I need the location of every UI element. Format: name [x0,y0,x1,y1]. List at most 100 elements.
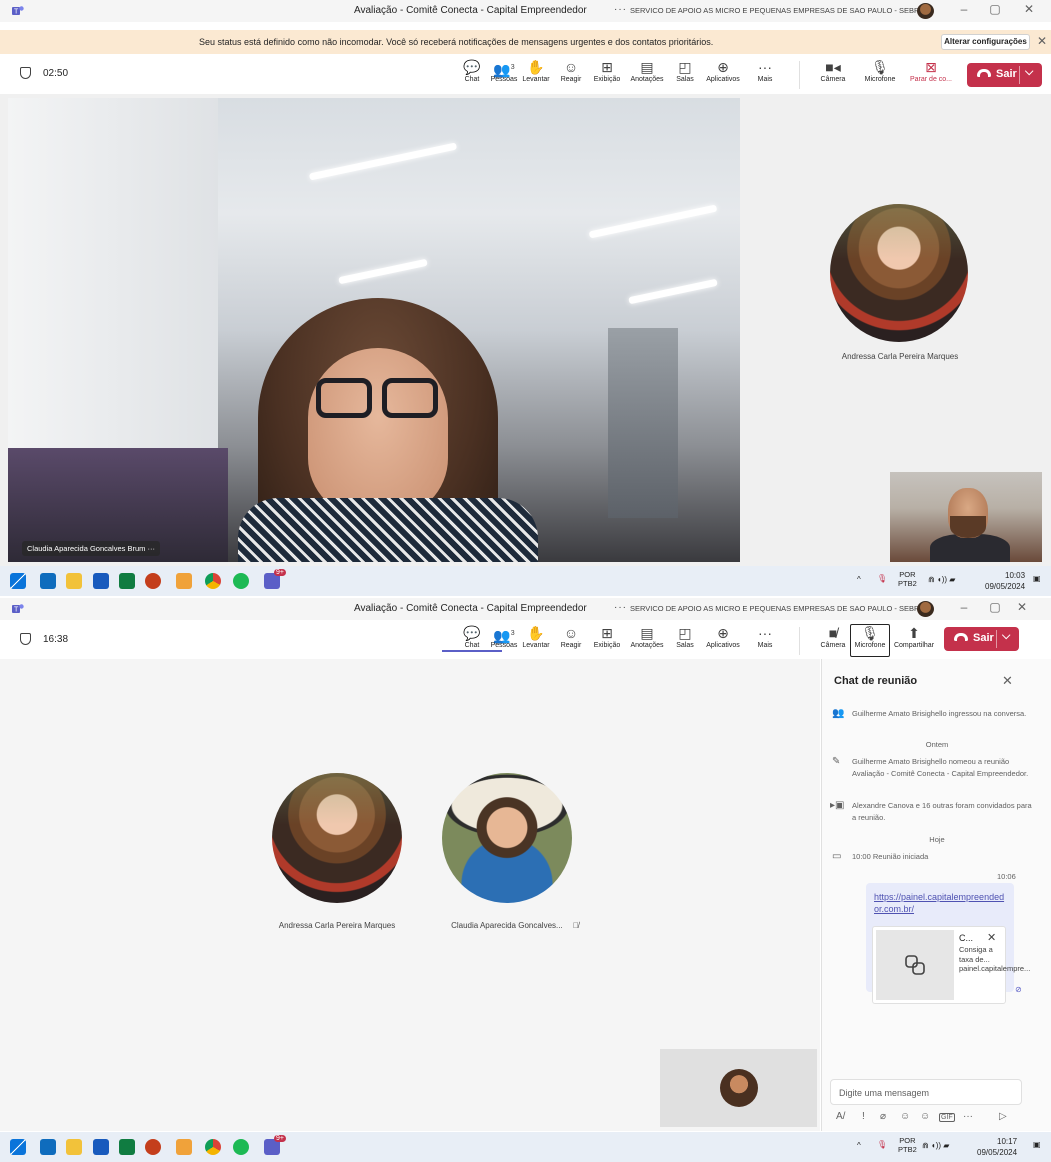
outlook-icon[interactable] [40,1139,56,1155]
format-icon[interactable]: A/ [836,1111,845,1122]
self-avatar [720,1069,758,1107]
participant-video-person [238,298,538,562]
network-volume-battery-icons[interactable]: ⋒ ◖)) ▰ [928,575,955,584]
outlook-icon[interactable] [40,573,56,589]
microphone-button[interactable]: 🎙 Microfone [860,59,900,83]
file-explorer-icon[interactable] [66,1139,82,1155]
title-more-icon[interactable]: ··· [614,602,627,613]
title-more-icon[interactable]: ··· [614,4,627,15]
meeting-timer: 02:50 [20,67,68,79]
word-icon[interactable] [93,1139,109,1155]
raise-hand-icon: ✋ [527,625,545,641]
message-compose-box[interactable]: Digite uma mensagem [830,1079,1022,1105]
chrome-icon[interactable] [205,1139,221,1155]
link-preview-card[interactable]: C... ✕ Consiga a taxa de... painel.capit… [872,926,1030,1004]
andressa-name: Andressa Carla Pereira Marques [841,352,959,361]
powerpoint-icon[interactable] [145,1139,161,1155]
share-button[interactable]: ⬆ Compartilhar [894,625,934,649]
word-icon[interactable] [93,573,109,589]
stop-share-icon: ⊠ [925,59,937,75]
notifications-icon[interactable]: ▣ [1033,1140,1041,1149]
stop-sharing-button[interactable]: ⊠ Parar de co... [910,59,952,83]
excel-icon[interactable] [119,1139,135,1155]
tray-overflow-icon[interactable]: ^ [857,1141,861,1150]
clock[interactable]: 10:17 09/05/2024 [977,1136,1017,1158]
main-speaker-video[interactable]: Claudia Aparecida Goncalves Brum ··· [8,98,740,562]
self-view-video[interactable] [890,472,1042,562]
chevron-down-icon[interactable]: ⌵ [1025,66,1033,79]
remove-preview-icon[interactable]: ✕ [987,931,996,944]
mic-tray-icon[interactable]: 🎙 [877,1140,887,1149]
window-title: Avaliação - Comitê Conecta - Capital Emp… [354,5,587,16]
more-button[interactable]: ··· Mais [745,59,785,83]
tray-overflow-icon[interactable]: ^ [857,575,861,584]
gif-icon[interactable]: GIF [939,1113,955,1122]
windows-taskbar-bottom: 9+ ^ 🎙 POR PTB2 ⋒ ◖)) ▰ 10:17 09/05/2024 ▣ [0,1132,1051,1162]
snipping-tool-icon[interactable] [176,1139,192,1155]
meeting-toolbar-bottom: 16:38 💬 Chat 👥3 Pessoas ✋ Levantar ☺ Reagir … [0,621,1051,661]
spotify-icon[interactable] [233,573,249,589]
close-window-button[interactable]: ✕ [1012,600,1032,614]
network-volume-battery-icons[interactable]: ⋒ ◖)) ▰ [922,1141,949,1150]
meeting-toolbar-top: 02:50 💬 Chat 👥3 Pessoas ✋ Levantar ☺ Reagir … [0,55,1051,95]
chrome-icon[interactable] [205,573,221,589]
important-icon[interactable]: ! [862,1111,865,1122]
chevron-down-icon[interactable]: ⌵ [1002,630,1010,643]
microphone-button[interactable]: 🎙 Microfone [850,624,890,657]
andressa-avatar [272,773,402,903]
chat-event: ▸▣ Alexandre Canova e 16 outras foram co… [830,800,1032,822]
user-join-icon: 👥 [832,708,845,719]
restore-button[interactable]: ▢ [985,2,1005,16]
organization-name: SERVICO DE APOIO AS MICRO E PEQUENAS EMP… [630,6,930,15]
minimize-button[interactable]: – [954,2,974,16]
preview-title: C... [959,933,974,943]
message-timestamp: 10:06 [997,872,1016,881]
account-avatar[interactable] [917,3,934,19]
camera-button[interactable]: ■◂ Câmera [813,59,853,83]
powerpoint-icon[interactable] [145,573,161,589]
account-avatar[interactable] [917,601,934,617]
dismiss-notice-icon[interactable]: ✕ [1037,34,1047,48]
leave-button[interactable]: Sair ⌵ [944,627,1019,651]
loop-icon[interactable]: ☺ [900,1111,910,1122]
seen-icon: ⊘ [1015,985,1022,994]
language-indicator[interactable]: POR PTB2 [898,1136,917,1154]
leave-button[interactable]: Sair ⌵ [967,63,1042,87]
andressa-avatar [830,204,968,342]
close-window-button[interactable]: ✕ [1019,2,1039,16]
chat-event: 👥 Guilherme Amato Brisighello ingressou … [832,708,1027,719]
emoji-icon[interactable]: ☺ [920,1111,930,1122]
send-icon[interactable]: ▷ [999,1111,1007,1122]
self-view-tile[interactable] [660,1049,817,1127]
day-divider-yesterday: Ontem [925,740,949,749]
change-settings-button[interactable]: Alterar configurações [941,34,1030,50]
more-button[interactable]: ··· Mais [745,625,785,649]
view-icon: ⊞ [601,625,613,641]
rooms-icon: ◰ [678,59,692,75]
minimize-button[interactable]: – [954,600,974,614]
restore-button[interactable]: ▢ [985,600,1005,614]
close-chat-icon[interactable]: ✕ [1002,673,1013,689]
notifications-icon[interactable]: ▣ [1033,574,1041,583]
notes-icon: ▤ [640,625,654,641]
mic-muted-icon: 🎙̸ [572,921,579,930]
file-explorer-icon[interactable] [66,573,82,589]
clock[interactable]: 10:03 09/05/2024 [985,570,1025,592]
link-icon [905,955,925,975]
more-icon[interactable]: ··· [148,544,156,553]
dnd-notice-banner: Seu status está definido como não incomo… [0,30,1051,54]
mic-tray-icon[interactable]: 🎙 [877,574,887,583]
more-options-icon[interactable]: ··· [963,1111,973,1122]
people-count: 3 [510,630,515,637]
organization-name: SERVICO DE APOIO AS MICRO E PEQUENAS EMP… [630,604,930,613]
windows-taskbar-top: 9+ ^ 🎙 POR PTB2 ⋒ ◖)) ▰ 10:03 09/05/2024 ▣ [0,566,1051,596]
windows-start-icon[interactable] [10,573,26,589]
windows-start-icon[interactable] [10,1139,26,1155]
excel-icon[interactable] [119,573,135,589]
attach-icon[interactable]: ⌀ [880,1111,886,1122]
language-indicator[interactable]: POR PTB2 [898,570,917,588]
snipping-tool-icon[interactable] [176,573,192,589]
spotify-icon[interactable] [233,1139,249,1155]
message-link[interactable]: https://painel.capitalempreendedor.com.b… [874,891,1006,915]
meeting-icon: ▭ [832,851,842,862]
